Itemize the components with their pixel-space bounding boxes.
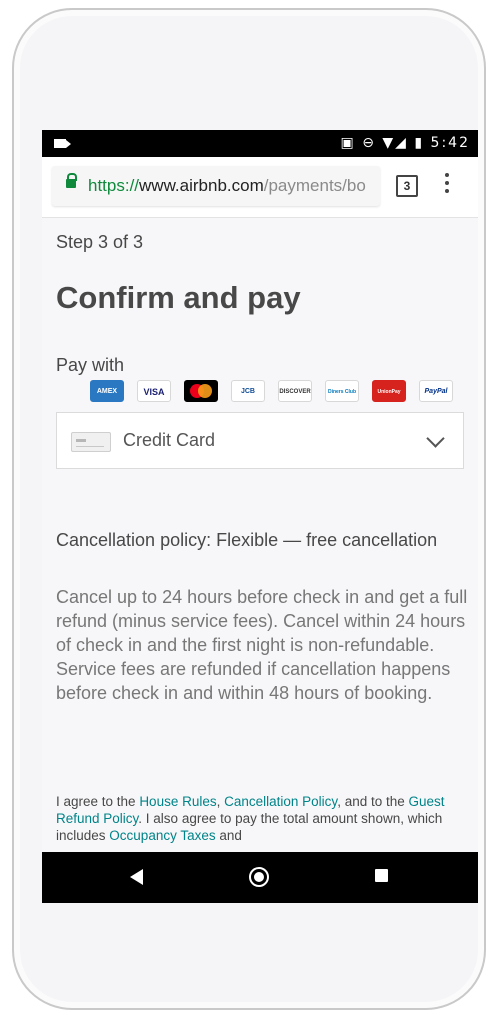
cancellation-policy-link[interactable]: Cancellation Policy [224, 794, 337, 809]
chevron-down-icon [426, 429, 445, 448]
agreement-text: I agree to the House Rules, Cancellation… [56, 794, 445, 843]
occupancy-taxes-link[interactable]: Occupancy Taxes [109, 828, 215, 843]
discover-icon: DISCOVER [278, 380, 312, 402]
tab-switcher-button[interactable]: 3 [396, 175, 418, 197]
payment-method-select[interactable]: Credit Card [56, 412, 464, 469]
house-rules-link[interactable]: House Rules [139, 794, 216, 809]
amex-icon: AMEX [90, 380, 124, 402]
diners-club-icon: Diners Club [325, 380, 359, 402]
browser-toolbar: https://www.airbnb.com/payments/bo 3 [42, 157, 478, 218]
android-nav-bar [42, 852, 478, 903]
url-text[interactable]: https://www.airbnb.com/payments/bo [88, 176, 378, 196]
status-icons: ▣ ⊖ ▼◢ ▮ [340, 135, 425, 151]
cancellation-policy-heading: Cancellation policy: Flexible — free can… [56, 530, 438, 550]
back-icon[interactable] [130, 869, 143, 885]
url-host: www.airbnb.com [139, 176, 264, 195]
address-bar[interactable]: https://www.airbnb.com/payments/bo [52, 166, 380, 206]
home-icon[interactable] [249, 867, 269, 887]
paypal-icon: PayPal [419, 380, 453, 402]
page-content: Step 3 of 3 Confirm and pay Pay with AME… [42, 218, 478, 852]
page-title: Confirm and pay [56, 280, 301, 315]
payment-method-value: Credit Card [123, 430, 216, 450]
pay-with-label: Pay with [56, 355, 125, 375]
clock: 5:42 [430, 135, 470, 151]
credit-card-icon [71, 432, 111, 452]
lock-icon [66, 173, 77, 188]
step-indicator: Step 3 of 3 [56, 232, 144, 252]
mastercard-icon [184, 380, 218, 402]
unionpay-icon: UnionPay [372, 380, 406, 402]
cancellation-policy-body: Cancel up to 24 hours before check in an… [56, 587, 468, 703]
url-path: /payments/bo [263, 176, 366, 195]
overflow-menu-icon[interactable] [445, 173, 449, 197]
video-camera-icon [54, 139, 71, 148]
phone-screen: ▣ ⊖ ▼◢ ▮ 5:42 https://www.airbnb.com/pay… [42, 130, 478, 903]
visa-icon: VISA [137, 380, 171, 402]
jcb-icon: JCB [231, 380, 265, 402]
status-bar: ▣ ⊖ ▼◢ ▮ 5:42 [42, 130, 478, 157]
url-scheme: https:// [88, 176, 140, 195]
recent-apps-icon[interactable] [375, 869, 388, 882]
